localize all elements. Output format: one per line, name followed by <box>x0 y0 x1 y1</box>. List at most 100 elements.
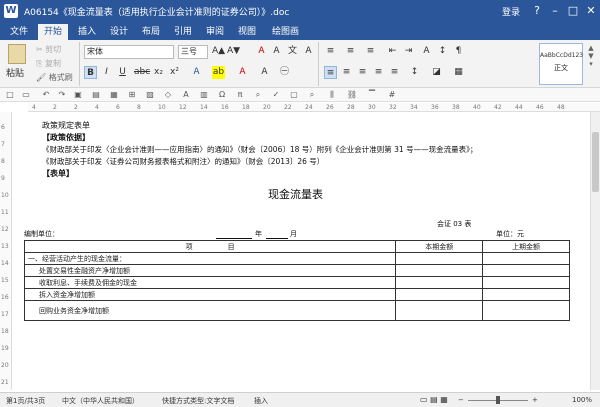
prior-amount-cell[interactable] <box>482 288 570 301</box>
minimize-icon[interactable]: – <box>548 4 562 18</box>
tab-design[interactable]: 设计 <box>104 24 134 40</box>
shape-icon[interactable]: ◇ <box>162 89 174 101</box>
decrease-indent-icon[interactable]: ⇤ <box>386 45 399 58</box>
current-amount-cell[interactable] <box>395 288 484 301</box>
prior-amount-cell[interactable] <box>482 252 570 265</box>
align-center-icon[interactable]: ≡ <box>340 66 353 79</box>
columns-icon[interactable]: ⫼ <box>326 89 338 101</box>
table-icon[interactable]: ▦ <box>108 89 120 101</box>
chart-icon[interactable]: ▥ <box>198 89 210 101</box>
prior-amount-cell[interactable] <box>482 300 570 321</box>
italic-icon[interactable]: I <box>100 66 113 79</box>
font-color-icon[interactable]: A <box>255 45 268 58</box>
zoom-in-icon[interactable]: + <box>532 396 538 404</box>
find-icon[interactable]: ⌕ <box>306 89 318 101</box>
borders-icon[interactable]: ▦ <box>452 66 465 79</box>
sort-icon[interactable]: ↕ <box>436 45 449 58</box>
grow-font-icon[interactable]: A▲ <box>212 45 225 58</box>
align-right-icon[interactable]: ≡ <box>356 66 369 79</box>
tab-review[interactable]: 审阅 <box>200 24 230 40</box>
insert-mode[interactable]: 插入 <box>254 396 268 406</box>
clear-format-icon[interactable]: A <box>270 45 283 58</box>
text-effects-icon[interactable]: A <box>190 66 203 79</box>
tab-view[interactable]: 视图 <box>232 24 262 40</box>
open-icon[interactable]: ▭ <box>20 89 32 101</box>
textbox-icon[interactable]: A <box>180 89 192 101</box>
scrollbar-thumb[interactable] <box>592 132 599 192</box>
current-amount-cell[interactable] <box>395 264 484 277</box>
current-amount-cell[interactable] <box>395 276 484 289</box>
new-doc-icon[interactable]: □ <box>4 89 16 101</box>
view-mode-icons[interactable]: ▭ ▤ ▦ <box>420 395 448 404</box>
enclose-icon[interactable]: ㊀ <box>278 66 291 79</box>
comment-icon[interactable]: ▢ <box>288 89 300 101</box>
highlight-icon[interactable]: ab <box>212 66 225 79</box>
font-name-select[interactable]: 宋体 <box>84 45 174 59</box>
bullets-icon[interactable]: ≡ <box>324 45 337 58</box>
tab-home[interactable]: 开始 <box>38 24 69 40</box>
numbering-icon[interactable]: ≡ <box>344 45 357 58</box>
cut-button[interactable]: ✂ 剪切 <box>36 44 61 55</box>
style-scroll-arrows[interactable]: ▲ ▼ ▾ <box>586 44 596 84</box>
print-preview-icon[interactable]: ▤ <box>90 89 102 101</box>
current-amount-cell[interactable] <box>395 300 484 321</box>
picture-icon[interactable]: ▨ <box>144 89 156 101</box>
strikethrough-icon[interactable]: abc <box>134 66 150 79</box>
language-indicator[interactable]: 中文（中华人民共和国） <box>62 396 139 406</box>
login-link[interactable]: 登录 <box>502 5 520 18</box>
current-amount-cell[interactable] <box>395 252 484 265</box>
spell-icon[interactable]: ✓ <box>270 89 282 101</box>
shading-icon[interactable]: A <box>258 66 271 79</box>
page-indicator[interactable]: 第1页/共3页 <box>6 396 45 406</box>
line-spacing-icon[interactable]: ↕ <box>408 66 421 79</box>
page-number-icon[interactable]: # <box>386 89 398 101</box>
horizontal-ruler-number: 14 <box>200 104 208 111</box>
redo-icon[interactable]: ↷ <box>56 89 68 101</box>
copy-button[interactable]: ⎘ 复制 <box>36 58 61 69</box>
word-app-icon[interactable]: W <box>4 4 18 18</box>
underline-icon[interactable]: U <box>116 66 129 79</box>
prior-amount-cell[interactable] <box>482 276 570 289</box>
symbol-icon[interactable]: Ω <box>216 89 228 101</box>
phonetic-icon[interactable]: 文 <box>286 45 299 58</box>
font-color-a-icon[interactable]: A <box>236 66 249 79</box>
paste-button[interactable]: 粘贴 <box>6 66 24 79</box>
shrink-font-icon[interactable]: A▼ <box>227 45 240 58</box>
help-icon[interactable]: ? <box>530 4 544 18</box>
equation-icon[interactable]: π <box>234 89 246 101</box>
chinese-layout-icon[interactable]: A <box>420 45 433 58</box>
zoom-out-icon[interactable]: − <box>458 396 464 404</box>
distributed-icon[interactable]: ≡ <box>388 66 401 79</box>
subscript-icon[interactable]: x₂ <box>152 66 165 79</box>
show-marks-icon[interactable]: ¶ <box>452 45 465 58</box>
tab-references[interactable]: 引用 <box>168 24 198 40</box>
header-icon[interactable]: ▔ <box>366 89 378 101</box>
justify-icon[interactable]: ≡ <box>372 66 385 79</box>
multilevel-icon[interactable]: ≡ <box>364 45 377 58</box>
zoom-icon[interactable]: ⌕ <box>252 89 264 101</box>
close-icon[interactable]: ✕ <box>584 4 598 18</box>
prior-amount-cell[interactable] <box>482 264 570 277</box>
tab-drawing[interactable]: 绘图画 <box>266 24 305 40</box>
style-gallery[interactable]: AaBbCcDd123 正文 <box>539 43 583 85</box>
paragraph-shading-icon[interactable]: ◪ <box>430 66 443 79</box>
zoom-slider-thumb[interactable] <box>496 396 500 404</box>
superscript-icon[interactable]: x² <box>168 66 181 79</box>
align-left-icon[interactable]: ≡ <box>324 66 337 79</box>
clipboard-icon[interactable] <box>8 44 26 64</box>
undo-icon[interactable]: ↶ <box>40 89 52 101</box>
tab-layout[interactable]: 布局 <box>136 24 166 40</box>
zoom-level[interactable]: 100% <box>572 396 592 404</box>
vertical-scrollbar[interactable] <box>590 112 600 390</box>
save-icon[interactable]: ▣ <box>72 89 84 101</box>
bold-icon[interactable]: B <box>84 66 97 79</box>
increase-indent-icon[interactable]: ⇥ <box>402 45 415 58</box>
font-size-select[interactable]: 三号 <box>178 45 208 59</box>
border-icon[interactable]: ⊞ <box>126 89 138 101</box>
tab-insert[interactable]: 插入 <box>72 24 102 40</box>
link-icon[interactable]: ⛓ <box>346 89 358 101</box>
format-painter-button[interactable]: 🖌 格式刷 <box>36 72 73 83</box>
char-border-icon[interactable]: A <box>302 45 315 58</box>
maximize-icon[interactable]: □ <box>566 4 580 18</box>
tab-file[interactable]: 文件 <box>4 24 34 40</box>
